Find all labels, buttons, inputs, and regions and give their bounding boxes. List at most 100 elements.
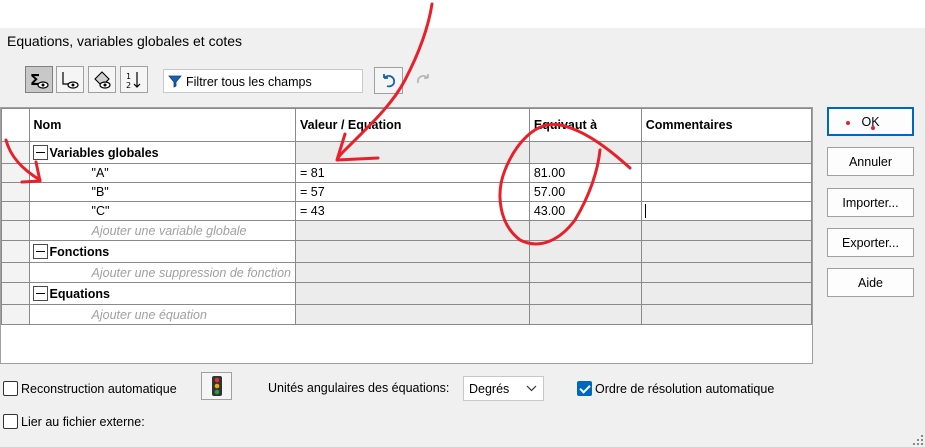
column-header-result[interactable]: Equivaut à — [528, 108, 642, 142]
row-header[interactable] — [1, 182, 30, 202]
title-bar: Equations, variables globales et cotes — [0, 0, 925, 56]
traffic-light-button[interactable] — [201, 372, 232, 400]
variable-name-cell[interactable]: "B" — [28, 182, 296, 202]
table-row[interactable]: "B" = 57 57.00 — [1, 182, 813, 202]
empty-cell — [640, 304, 813, 325]
group-cell-equations[interactable]: Equations — [28, 282, 296, 305]
row-header — [1, 220, 30, 241]
sigma-eye-icon: Σ — [30, 71, 49, 89]
auto-rebuild-checkbox[interactable] — [3, 381, 18, 396]
placeholder-row[interactable]: Ajouter une variable globale — [1, 220, 813, 241]
import-button[interactable]: Importer... — [827, 188, 914, 217]
link-external-label: Lier au fichier externe: — [21, 415, 145, 429]
empty-cell — [640, 141, 813, 164]
redo-icon — [416, 73, 429, 83]
empty-cell — [528, 304, 642, 325]
empty-cell — [294, 141, 530, 164]
row-header[interactable] — [1, 201, 30, 221]
row-header-corner — [1, 108, 30, 142]
filter-label: Filtrer tous les champs — [186, 75, 312, 89]
auto-order-checkbox[interactable] — [577, 381, 592, 396]
empty-cell — [294, 304, 530, 325]
group-label: Equations — [49, 287, 110, 301]
add-function-cell[interactable]: Ajouter une suppression de fonction — [28, 262, 296, 283]
row-header — [1, 141, 30, 164]
table-row[interactable]: "A" = 81 81.00 — [1, 163, 813, 183]
comment-cell[interactable] — [640, 201, 813, 221]
group-row-functions: Fonctions — [1, 240, 813, 263]
text-cursor — [644, 204, 646, 218]
sigma-eye-button[interactable]: Σ — [25, 66, 53, 93]
traffic-light-icon — [211, 376, 222, 396]
auto-order-label: Ordre de résolution automatique — [595, 382, 775, 396]
help-button[interactable]: Aide — [827, 268, 914, 297]
comment-cell[interactable] — [640, 163, 813, 183]
dimension-eye-icon — [62, 71, 79, 89]
group-cell-globals[interactable]: Variables globales — [28, 141, 296, 164]
empty-cell — [640, 240, 813, 263]
link-external-checkbox[interactable] — [3, 414, 18, 429]
sort-order-icon: 1 2 — [126, 71, 141, 90]
empty-cell — [640, 282, 813, 305]
equations-table: Nom Valeur / Equation Equivaut à Comment… — [1, 108, 813, 325]
export-button[interactable]: Exporter... — [827, 228, 914, 257]
svg-text:1: 1 — [126, 72, 131, 81]
angular-units-select[interactable]: Degrés — [463, 376, 544, 401]
table-row[interactable]: "C" = 43 43.00 — [1, 201, 813, 221]
group-row-equations: Equations — [1, 282, 813, 305]
redo-button[interactable] — [408, 67, 437, 94]
window-title: Equations, variables globales et cotes — [7, 33, 243, 49]
cancel-button[interactable]: Annuler — [827, 147, 914, 176]
filter-icon — [168, 75, 182, 88]
collapse-icon[interactable] — [32, 286, 48, 301]
value-cell[interactable]: = 57 — [294, 182, 530, 202]
empty-cell — [528, 141, 642, 164]
empty-cell — [294, 282, 530, 305]
empty-cell — [294, 262, 530, 283]
add-equation-cell[interactable]: Ajouter une équation — [28, 304, 296, 325]
equation-view-icon — [94, 70, 111, 89]
group-label: Fonctions — [49, 245, 110, 259]
group-cell-functions[interactable]: Fonctions — [28, 240, 296, 263]
column-header-name[interactable]: Nom — [28, 108, 296, 142]
value-cell[interactable]: = 43 — [294, 201, 530, 221]
empty-cell — [528, 240, 642, 263]
equation-view-button[interactable] — [88, 66, 116, 93]
ok-button[interactable]: OK — [827, 107, 914, 136]
row-header — [1, 262, 30, 283]
empty-cell — [528, 282, 642, 305]
collapse-icon[interactable] — [32, 244, 48, 259]
variable-name-cell[interactable]: "A" — [28, 163, 296, 183]
column-header-comments[interactable]: Commentaires — [640, 108, 813, 142]
dimension-view-button[interactable] — [56, 66, 84, 93]
row-header — [1, 304, 30, 325]
filter-field[interactable]: Filtrer tous les champs — [163, 69, 363, 93]
comment-cell[interactable] — [640, 182, 813, 202]
row-header[interactable] — [1, 163, 30, 183]
row-header — [1, 240, 30, 263]
collapse-icon[interactable] — [32, 145, 48, 160]
angular-units-value: Degrés — [469, 382, 510, 396]
group-label: Variables globales — [49, 146, 159, 160]
value-cell[interactable]: = 81 — [294, 163, 530, 183]
auto-rebuild-label: Reconstruction automatique — [21, 382, 177, 396]
column-header-value[interactable]: Valeur / Equation — [294, 108, 530, 142]
placeholder-row[interactable]: Ajouter une suppression de fonction — [1, 262, 813, 283]
empty-cell — [294, 240, 530, 263]
add-global-variable-cell[interactable]: Ajouter une variable globale — [28, 220, 296, 241]
result-cell: 57.00 — [528, 182, 642, 202]
angular-units-label: Unités angulaires des équations: — [268, 381, 450, 395]
empty-cell — [640, 220, 813, 241]
header-row: Nom Valeur / Equation Equivaut à Comment… — [1, 108, 813, 142]
empty-cell — [528, 220, 642, 241]
variable-name-cell[interactable]: "C" — [28, 201, 296, 221]
empty-cell — [528, 262, 642, 283]
undo-button[interactable] — [374, 67, 403, 94]
chevron-down-icon — [526, 385, 537, 392]
empty-cell — [294, 220, 530, 241]
placeholder-row[interactable]: Ajouter une équation — [1, 304, 813, 325]
sort-order-button[interactable]: 1 2 — [120, 66, 148, 93]
resize-grip-icon[interactable] — [911, 433, 925, 447]
group-row-globals: Variables globales — [1, 141, 813, 164]
equations-grid: Nom Valeur / Equation Equivaut à Comment… — [0, 107, 813, 364]
